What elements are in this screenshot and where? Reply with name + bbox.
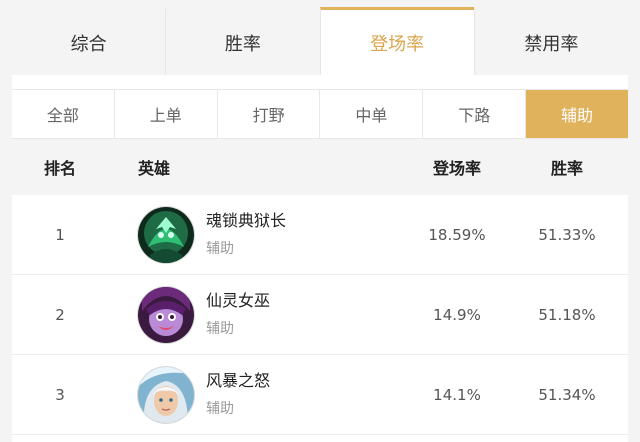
hero-info: 仙灵女巫 辅助 — [206, 290, 270, 340]
hero-cell: 仙灵女巫 辅助 — [138, 275, 358, 354]
column-header-rank[interactable]: 排名 — [12, 139, 108, 195]
lane-tab-support[interactable]: 辅助 — [525, 90, 628, 138]
hero-name[interactable]: 仙灵女巫 — [206, 290, 270, 312]
ranking-panel: 全部 上单 打野 中单 下路 辅助 排名 英雄 登场率 胜率 1 魂锁典狱长 辅… — [12, 75, 628, 442]
rank-number: 1 — [55, 225, 65, 244]
lane-tab-bottom[interactable]: 下路 — [422, 90, 525, 138]
lane-tab-all[interactable]: 全部 — [12, 90, 114, 138]
win-rate-value: 51.18% — [538, 305, 596, 324]
hero-role: 辅助 — [206, 240, 234, 257]
hero-role: 辅助 — [206, 320, 234, 337]
table-row[interactable]: 2 仙灵女巫 辅助 14.9% 51.18% — [12, 275, 628, 355]
hero-role: 辅助 — [206, 400, 234, 417]
table-row[interactable]: 3 风暴之怒 辅助 14.1% 51.34% — [12, 355, 628, 435]
hero-info: 风暴之怒 辅助 — [206, 370, 270, 420]
tab-overall[interactable]: 综合 — [12, 7, 166, 75]
column-header-hero: 英雄 — [138, 159, 171, 178]
rank-number: 3 — [55, 385, 65, 404]
tab-win-rate[interactable]: 胜率 — [165, 7, 320, 75]
lane-filter-tabs: 全部 上单 打野 中单 下路 辅助 — [12, 89, 628, 139]
lane-tab-mid[interactable]: 中单 — [319, 90, 422, 138]
hero-ranking-list: 1 魂锁典狱长 辅助 18.59% 51.33% 2 仙灵女巫 辅助 14.9%… — [12, 195, 628, 435]
thresh-portrait-icon[interactable] — [138, 206, 194, 263]
hero-info: 魂锁典狱长 辅助 — [206, 210, 286, 260]
tab-ban-rate[interactable]: 禁用率 — [473, 7, 628, 75]
stat-type-tabs: 综合 胜率 登场率 禁用率 — [12, 7, 628, 75]
win-rate-value: 51.33% — [538, 225, 596, 244]
lulu-portrait-icon[interactable] — [138, 286, 194, 343]
table-row[interactable]: 1 魂锁典狱长 辅助 18.59% 51.33% — [12, 195, 628, 275]
win-rate-value: 51.34% — [538, 385, 596, 404]
lane-tab-top[interactable]: 上单 — [113, 90, 217, 138]
hero-cell: 风暴之怒 辅助 — [138, 355, 358, 434]
janna-portrait-icon[interactable] — [138, 366, 194, 423]
hero-name[interactable]: 风暴之怒 — [206, 370, 270, 392]
rank-number: 2 — [55, 305, 65, 324]
tab-pick-rate[interactable]: 登场率 — [319, 7, 474, 75]
hero-name[interactable]: 魂锁典狱长 — [206, 210, 286, 232]
lane-tab-jungle[interactable]: 打野 — [216, 90, 320, 138]
table-header: 排名 英雄 登场率 胜率 — [12, 139, 628, 195]
column-header-win-rate[interactable]: 胜率 — [502, 139, 632, 195]
hero-cell: 魂锁典狱长 辅助 — [138, 195, 358, 274]
